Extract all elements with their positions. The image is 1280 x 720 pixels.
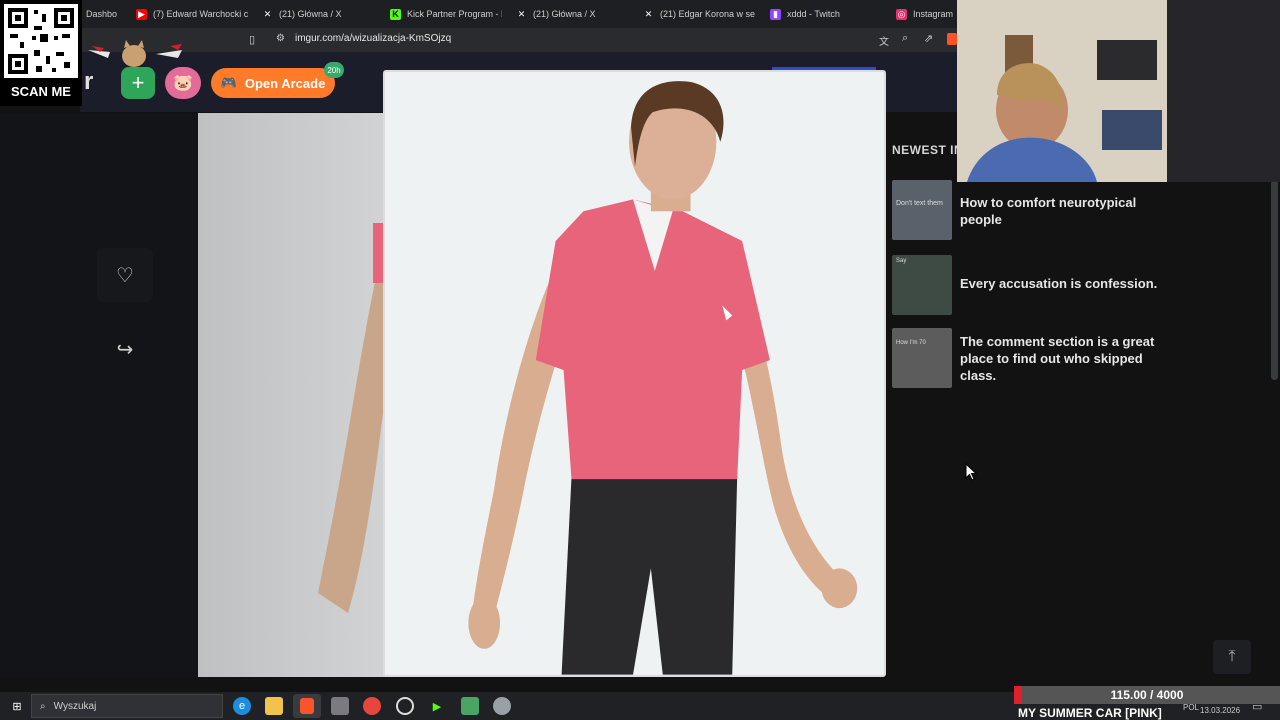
site-info-icon[interactable]: ⚙ xyxy=(276,33,285,44)
image-lightbox[interactable] xyxy=(383,70,886,677)
plus-icon: + xyxy=(131,70,145,95)
tab-x-2[interactable]: ✕ (21) Główna / X xyxy=(516,0,626,28)
tab-label: xddd - Twitch xyxy=(787,9,840,19)
share-page-icon[interactable]: ⇗ xyxy=(924,32,933,45)
background-post-image xyxy=(198,113,398,677)
url-field[interactable]: imgur.com/a/wizualizacja-KmSOjzq xyxy=(295,33,451,44)
cat-decoration xyxy=(86,40,186,68)
app-icon[interactable] xyxy=(331,697,349,715)
qr-pattern xyxy=(4,4,78,78)
kick-icon: K xyxy=(390,8,401,20)
post-title: How to comfort neurotypical people xyxy=(960,195,1137,227)
thumb-text: Say xyxy=(896,258,907,264)
instagram-icon: ◎ xyxy=(896,8,907,20)
scan-me-label: SCAN ME xyxy=(11,84,71,99)
tab-dashboard[interactable]: Dashbo xyxy=(86,0,126,28)
left-action-column xyxy=(0,113,198,677)
tab-label: (21) Edgar Korona w serw xyxy=(660,9,755,19)
gamepad-icon: 🎮 xyxy=(220,75,237,90)
cat-icon xyxy=(88,40,182,67)
twitch-icon: ▮ xyxy=(770,8,781,20)
brave-shield-icon[interactable] xyxy=(947,33,957,45)
search-placeholder: Wyszukaj xyxy=(53,700,97,712)
arcade-label: Open Arcade xyxy=(244,75,326,91)
tab-kick[interactable]: K Kick Partner Program - Kic xyxy=(390,0,502,28)
new-post-button[interactable]: + xyxy=(121,67,155,99)
tab-twitch[interactable]: ▮ xddd - Twitch xyxy=(770,0,880,28)
windows-start-icon[interactable]: ⊞ xyxy=(8,697,26,715)
chat-app-icon[interactable] xyxy=(461,697,479,715)
heart-icon: ♡ xyxy=(116,264,134,287)
model-photo xyxy=(385,72,884,675)
arrow-up-icon: ⤒ xyxy=(1228,648,1236,665)
newest-heading: NEWEST IN xyxy=(892,143,964,157)
share-button[interactable]: ↪ xyxy=(110,335,140,363)
bookmark-icon[interactable]: ▯ xyxy=(249,33,255,46)
x-icon: ✕ xyxy=(644,8,653,19)
tab-label: (21) Główna / X xyxy=(533,9,596,19)
webcam-overlay xyxy=(957,0,1280,182)
like-button[interactable]: ♡ xyxy=(97,248,153,302)
post-title: Every accusation is confession. xyxy=(960,276,1158,291)
gallery-button[interactable]: 🐷 xyxy=(165,67,201,99)
post-thumbnail: Don't text them xyxy=(892,180,952,240)
pig-icon: 🐷 xyxy=(173,75,193,92)
search-icon: ⌕ xyxy=(40,700,46,712)
youtube-icon: ▶ xyxy=(136,8,147,20)
scroll-to-top-button[interactable]: ⤒ xyxy=(1213,640,1251,674)
tab-label: (21) Główna / X xyxy=(279,9,342,19)
language-indicator[interactable]: POL xyxy=(1183,703,1199,712)
thumb-text: How I'm 70 xyxy=(896,340,926,346)
imgur-logo[interactable]: r xyxy=(84,68,93,96)
discord-icon[interactable] xyxy=(493,697,511,715)
file-explorer-icon[interactable] xyxy=(265,697,283,715)
donation-progress-text: 115.00 / 4000 xyxy=(1110,688,1184,702)
tab-x-3[interactable]: ✕ (21) Edgar Korona w serw xyxy=(643,0,755,28)
game-title-overlay: MY SUMMER CAR [PINK] xyxy=(1018,706,1162,720)
qr-code xyxy=(4,4,78,78)
taskbar-date[interactable]: 13.03.2026 xyxy=(1200,706,1240,715)
obs-icon[interactable] xyxy=(396,697,414,715)
tab-label: (7) Edward Warchocki chw xyxy=(153,9,248,19)
tab-label: Dashbo xyxy=(86,9,118,19)
x-icon: ✕ xyxy=(263,8,272,19)
post-title: The comment section is a great place to … xyxy=(960,334,1155,383)
tab-youtube[interactable]: ▶ (7) Edward Warchocki chw xyxy=(136,0,248,28)
mouse-cursor-icon xyxy=(965,463,977,481)
taskbar-active-app[interactable] xyxy=(293,694,321,718)
post-thumbnail: How I'm 70 xyxy=(892,328,952,388)
streaming-app-icon[interactable]: ▶ xyxy=(428,697,446,715)
post-item[interactable]: How I'm 70 The comment section is a grea… xyxy=(892,328,1160,388)
open-arcade-button[interactable]: 🎮 Open Arcade xyxy=(211,68,335,98)
post-item[interactable]: Don't text them How to comfort neurotypi… xyxy=(892,180,1160,240)
tab-instagram[interactable]: ◎ Instagram xyxy=(896,0,958,28)
tab-label: Instagram xyxy=(913,9,954,19)
chrome-icon[interactable] xyxy=(363,697,381,715)
post-item[interactable]: Say Every accusation is confession. xyxy=(892,255,1160,315)
edge-icon[interactable]: e xyxy=(233,697,251,715)
brave-icon xyxy=(300,698,314,714)
translate-icon[interactable]: 文 xyxy=(879,33,889,48)
arcade-badge: 20h xyxy=(324,62,344,78)
zoom-icon[interactable]: ⌕ xyxy=(902,32,908,45)
tab-x-1[interactable]: ✕ (21) Główna / X xyxy=(262,0,372,28)
page-scrollbar[interactable] xyxy=(1271,180,1278,380)
x-icon: ✕ xyxy=(517,8,526,19)
tab-label: Kick Partner Program - Kic xyxy=(407,9,502,19)
thumb-text: Don't text them xyxy=(896,200,943,207)
post-thumbnail: Say xyxy=(892,255,952,315)
taskbar-search[interactable]: ⌕ Wyszukaj xyxy=(31,694,223,718)
background-figure xyxy=(318,223,398,613)
webcam-scene xyxy=(957,0,1280,182)
share-arrow-icon: ↪ xyxy=(116,338,134,361)
